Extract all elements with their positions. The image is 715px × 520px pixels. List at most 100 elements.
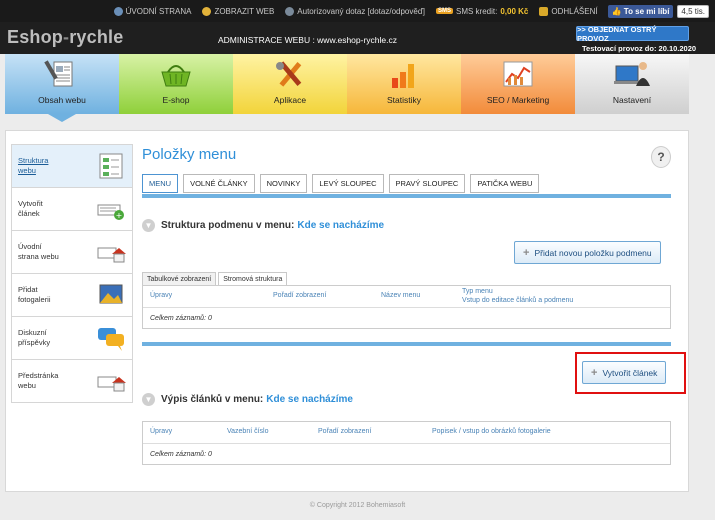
sms-icon: SMS (435, 8, 453, 14)
order-live-button[interactable]: >> OBJEDNAT OSTRÝ PROVOZ (576, 25, 689, 43)
lock-icon (539, 6, 549, 16)
sidebar-item-create-article[interactable]: Vytvořit článek + (12, 188, 132, 231)
add-submenu-label: Přidat novou položku podmenu (534, 247, 652, 258)
column-header[interactable]: Popisek / vstup do obrázků fotogalerie (432, 428, 551, 435)
home-link[interactable]: ÚVODNÍ STRANA (113, 6, 192, 16)
add-article-icon: + (97, 204, 124, 220)
nav-tab-label: E-shop (162, 95, 190, 105)
logout-label: ODHLÁŠENÍ (551, 6, 598, 16)
table-total-row: Celkem záznamů: 0 (150, 450, 212, 458)
column-header[interactable]: Vazební číslo (227, 428, 269, 435)
column-header[interactable]: Úpravy (150, 428, 172, 435)
sidebar-item-add-gallery[interactable]: Přidat fotogalerii (12, 274, 132, 317)
table-header: Úpravy Pořadí zobrazení Název menu Typ m… (143, 286, 670, 308)
main-nav: Obsah webu E-shop Aplikace Statistiky SE… (5, 54, 689, 122)
view-web-label: ZOBRAZIT WEB (214, 6, 275, 16)
copyright: © Copyright 2012 Bohemiasoft (309, 502, 406, 509)
line-chart-icon (503, 61, 533, 87)
tab-underline (142, 194, 671, 198)
pre-page-icon (97, 376, 126, 392)
tab-news[interactable]: NOVINKY (259, 174, 308, 193)
column-header[interactable]: Úpravy (150, 292, 172, 299)
sidebar-item-pre-page[interactable]: Předstránka webu (12, 360, 132, 403)
submenu-table: Úpravy Pořadí zobrazení Název menu Typ m… (142, 285, 671, 329)
sidebar-item-structure[interactable]: Struktura webu (12, 145, 132, 188)
structure-icon (99, 153, 123, 179)
sms-credit-value: 0,00 Kč (500, 6, 529, 16)
basket-icon (161, 65, 191, 87)
content-panel: Struktura webu Vytvořit článek + Úvodní … (5, 130, 689, 492)
auth-query-label: Autorizovaný dotaz [dotaz/odpověď] (297, 6, 425, 16)
submenu-location-link[interactable]: Kde se nacházíme (297, 220, 384, 231)
column-header[interactable]: Pořadí zobrazení (318, 428, 371, 435)
test-period-note: Testovací provoz do: 20.10.2020 (582, 44, 697, 53)
bar-chart-icon (392, 64, 414, 88)
sms-credit-label: SMS kredit: (455, 6, 498, 16)
tab-free-articles[interactable]: VOLNÉ ČLÁNKY (183, 174, 255, 193)
home-link-label: ÚVODNÍ STRANA (125, 6, 192, 16)
subtab-table-view[interactable]: Tabulkové zobrazení (142, 272, 217, 285)
view-web-link[interactable]: ZOBRAZIT WEB (202, 6, 275, 16)
help-icon[interactable]: ? (651, 146, 671, 168)
logout-link[interactable]: ODHLÁŠENÍ (539, 6, 598, 16)
nav-tab-eshop[interactable]: E-shop (119, 54, 233, 114)
tab-footer[interactable]: PATIČKA WEBU (470, 174, 540, 193)
menu-tabs: MENU VOLNÉ ČLÁNKY NOVINKY LEVÝ SLOUPEC P… (142, 174, 544, 193)
nav-tab-apps[interactable]: Aplikace (233, 54, 347, 114)
logo-part2: rychle (69, 27, 124, 47)
subtab-tree-view[interactable]: Stromová struktura (218, 272, 288, 285)
nav-tab-content[interactable]: Obsah webu (5, 54, 119, 122)
nav-tab-label: Nastavení (612, 95, 652, 105)
section-divider (142, 342, 671, 346)
query-icon (285, 6, 295, 16)
table-header: Úpravy Vazební číslo Pořadí zobrazení Po… (143, 422, 670, 444)
sidebar: Struktura webu Vytvořit článek + Úvodní … (11, 144, 133, 403)
column-header[interactable]: Název menu (381, 292, 420, 299)
articles-table: Úpravy Vazební číslo Pořadí zobrazení Po… (142, 421, 671, 465)
home-page-icon (97, 247, 126, 263)
star-icon (202, 6, 212, 16)
auth-query-link[interactable]: Autorizovaný dotaz [dotaz/odpověď] (285, 6, 425, 16)
admin-title: ADMINISTRACE WEBU : www.eshop-rychle.cz (218, 35, 398, 45)
plus-icon: + (523, 246, 530, 259)
tab-right-column[interactable]: PRAVÝ SLOUPEC (388, 174, 466, 193)
articles-location-link[interactable]: Kde se nacházíme (266, 394, 353, 405)
top-bar: ÚVODNÍ STRANA ZOBRAZIT WEB Autorizovaný … (0, 0, 715, 22)
sidebar-item-label: Úvodní strana webu (18, 242, 59, 261)
column-header: Vstup do editace článků a podmenu (462, 297, 574, 304)
thumbs-up-icon: 👍 (611, 6, 624, 16)
articles-section-title: ▼ Výpis článků v menu: Kde se nacházíme (142, 393, 353, 406)
nav-tab-stats[interactable]: Statistiky (347, 54, 461, 114)
document-icon (44, 60, 73, 87)
tab-menu[interactable]: MENU (142, 174, 179, 193)
highlight-box (575, 352, 686, 394)
view-subtabs: Tabulkové zobrazení Stromová struktura (142, 272, 289, 285)
sidebar-item-homepage[interactable]: Úvodní strana webu (12, 231, 132, 274)
arrow-down-icon: ▼ (142, 393, 155, 406)
submenu-section-title: ▼ Struktura podmenu v menu: Kde se nachá… (142, 219, 384, 232)
logo[interactable]: Eshop-rychle (7, 27, 123, 48)
logo-part1: Eshop (7, 27, 64, 47)
nav-tab-seo[interactable]: SEO / Marketing (461, 54, 575, 114)
like-count: 4,5 tis. (677, 4, 709, 18)
header: Eshop-rychle ADMINISTRACE WEBU : www.esh… (0, 22, 715, 54)
arrow-down-icon: ▼ (142, 219, 155, 232)
articles-section-label: Výpis článků v menu: (161, 394, 264, 405)
page-title: Položky menu (142, 146, 237, 163)
like-button[interactable]: 👍 To se mi líbí (607, 4, 674, 18)
submenu-section-label: Struktura podmenu v menu: (161, 220, 295, 231)
column-header[interactable]: Typ menu (462, 288, 493, 295)
tools-icon (276, 61, 302, 87)
svg-text:+: + (116, 211, 123, 220)
add-submenu-button[interactable]: + Přidat novou položku podmenu (514, 241, 661, 264)
tab-left-column[interactable]: LEVÝ SLOUPEC (312, 174, 384, 193)
user-computer-icon (614, 62, 650, 86)
nav-tab-label: Aplikace (273, 95, 307, 105)
column-header[interactable]: Pořadí zobrazení (273, 292, 326, 299)
sidebar-item-discussion[interactable]: Diskuzní příspěvky (12, 317, 132, 360)
home-icon (113, 6, 123, 16)
sidebar-item-label: Diskuzní příspěvky (18, 328, 51, 347)
like-label: To se mi líbí (623, 6, 670, 16)
sidebar-item-label: Přidat fotogalerii (18, 285, 51, 304)
nav-tab-settings[interactable]: Nastavení (575, 54, 689, 114)
